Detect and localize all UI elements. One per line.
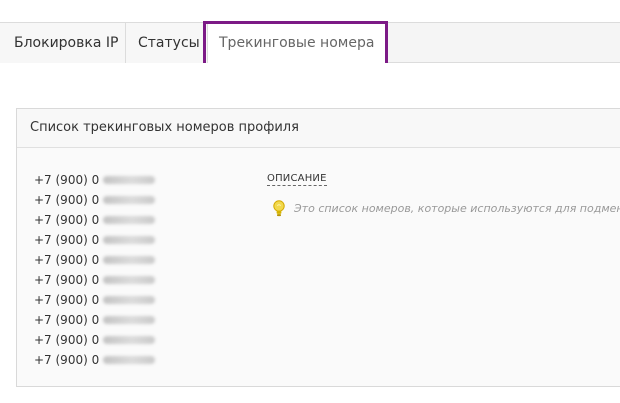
phone-number-prefix: +7 (900) 0 xyxy=(34,173,100,187)
phone-number-redacted xyxy=(103,296,156,304)
phone-number-prefix: +7 (900) 0 xyxy=(34,233,100,247)
phone-number-prefix: +7 (900) 0 xyxy=(34,353,100,367)
tab-tracking-numbers[interactable]: Трекинговые номера xyxy=(208,23,388,64)
phone-number-redacted xyxy=(103,316,156,324)
phone-number-redacted xyxy=(103,356,156,364)
tab-bar: Блокировка IP Статусы Трекинговые номера xyxy=(0,22,620,64)
phone-number-redacted xyxy=(103,236,156,244)
description-hint: Это список номеров, которые используются… xyxy=(272,200,620,218)
phone-number-prefix: +7 (900) 0 xyxy=(34,253,100,267)
phone-number-redacted xyxy=(103,216,156,224)
phone-number-prefix: +7 (900) 0 xyxy=(34,273,100,287)
phone-list-item[interactable]: +7 (900) 0 xyxy=(34,330,156,350)
phone-number-redacted xyxy=(103,176,156,184)
panel-title: Список трекинговых номеров профиля xyxy=(17,109,620,148)
phone-number-prefix: +7 (900) 0 xyxy=(34,333,100,347)
description-hint-text: Это список номеров, которые используются… xyxy=(294,202,620,215)
phone-list-item[interactable]: +7 (900) 0 xyxy=(34,230,156,250)
phone-list: +7 (900) 0 +7 (900) 0 +7 (900) 0 +7 (900… xyxy=(34,170,156,370)
phone-number-redacted xyxy=(103,256,156,264)
phone-number-prefix: +7 (900) 0 xyxy=(34,213,100,227)
phone-list-item[interactable]: +7 (900) 0 xyxy=(34,350,156,370)
phone-list-item[interactable]: +7 (900) 0 xyxy=(34,310,156,330)
phone-number-prefix: +7 (900) 0 xyxy=(34,313,100,327)
tracking-numbers-panel: Список трекинговых номеров профиля +7 (9… xyxy=(16,108,620,387)
tab-statuses[interactable]: Статусы xyxy=(126,23,208,63)
phone-number-redacted xyxy=(103,336,156,344)
phone-list-item[interactable]: +7 (900) 0 xyxy=(34,290,156,310)
lightbulb-icon xyxy=(272,200,286,218)
tab-ip-block[interactable]: Блокировка IP xyxy=(0,23,126,63)
phone-number-redacted xyxy=(103,276,156,284)
description-toggle[interactable]: ОПИСАНИЕ xyxy=(267,172,327,186)
phone-list-item[interactable]: +7 (900) 0 xyxy=(34,270,156,290)
phone-number-prefix: +7 (900) 0 xyxy=(34,193,100,207)
phone-number-prefix: +7 (900) 0 xyxy=(34,293,100,307)
phone-number-redacted xyxy=(103,196,156,204)
phone-list-item[interactable]: +7 (900) 0 xyxy=(34,170,156,190)
page: Блокировка IP Статусы Трекинговые номера… xyxy=(0,0,620,403)
phone-list-item[interactable]: +7 (900) 0 xyxy=(34,210,156,230)
phone-list-item[interactable]: +7 (900) 0 xyxy=(34,190,156,210)
phone-list-item[interactable]: +7 (900) 0 xyxy=(34,250,156,270)
